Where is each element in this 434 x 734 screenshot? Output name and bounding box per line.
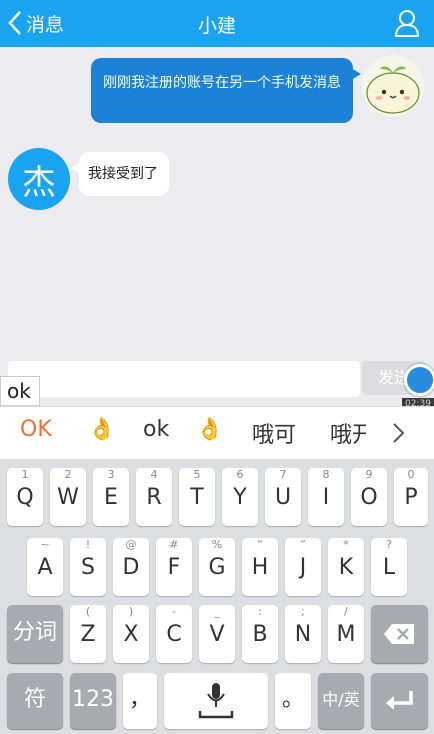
key-x[interactable]: ) X	[113, 605, 149, 663]
key-v[interactable]: _ V	[199, 605, 235, 663]
key-d[interactable]: @ D	[113, 538, 149, 596]
enter-icon	[386, 691, 413, 710]
message-bubble-sent[interactable]: 刚刚我注册的账号在另一个手机发消息	[91, 58, 361, 123]
key-m[interactable]: / M	[328, 605, 364, 663]
contact-avatar[interactable]: 杰	[8, 148, 70, 210]
key-b[interactable]: :B	[242, 605, 278, 663]
candidate-item[interactable]: 哦开	[330, 417, 366, 449]
key-i[interactable]: 8I	[308, 468, 344, 526]
key-l[interactable]: ? L	[371, 538, 407, 596]
key-backspace[interactable]	[371, 605, 428, 663]
key-s[interactable]: ! S	[70, 538, 106, 596]
expand-candidates-button[interactable]	[388, 421, 408, 449]
my-avatar[interactable]	[362, 55, 424, 117]
soft-keyboard: 1Q 2W 3E 4R 5T 6Y 7U 8I 9O 0P ~ A ! S @ D #…	[0, 459, 434, 734]
key-j[interactable]: ” J	[285, 538, 321, 596]
chevron-right-icon	[393, 423, 405, 443]
key-r[interactable]: 4R	[136, 468, 172, 526]
chat-header: 消息 小建	[0, 0, 434, 47]
key-space-voice[interactable]	[164, 673, 268, 729]
microphone-icon	[198, 683, 234, 719]
key-e[interactable]: 3E	[93, 468, 129, 526]
key-h[interactable]: “H	[242, 538, 278, 596]
key-q[interactable]: 1Q	[7, 468, 43, 526]
candidate-item[interactable]: 👌	[196, 417, 223, 442]
key-k[interactable]: * K	[328, 538, 364, 596]
key-p[interactable]: 0P	[394, 468, 428, 526]
key-z[interactable]: (Z	[70, 605, 106, 663]
candidate-item[interactable]: ok	[143, 417, 169, 442]
key-t[interactable]: 5T	[179, 468, 215, 526]
key-language-switch[interactable]: 中/英	[318, 673, 364, 729]
sticker-avatar-icon	[366, 66, 420, 114]
input-row: 发送	[0, 360, 434, 402]
key-segment[interactable]: 分词	[7, 605, 63, 663]
key-w[interactable]: 2W	[50, 468, 86, 526]
key-c[interactable]: -C	[156, 605, 192, 663]
key-enter[interactable]	[371, 673, 428, 729]
candidate-bar: OK 👌 ok 👌 哦可 哦开	[0, 406, 434, 460]
key-symbol[interactable]: 符	[7, 673, 63, 729]
person-icon	[394, 10, 420, 37]
message-input[interactable]	[8, 361, 360, 397]
floating-assist-button[interactable]	[404, 364, 434, 396]
key-y[interactable]: 6Y	[222, 468, 258, 526]
key-g[interactable]: % G	[199, 538, 235, 596]
candidate-item[interactable]: 👌	[88, 417, 115, 442]
key-a[interactable]: ~ A	[27, 538, 63, 596]
key-u[interactable]: 7U	[265, 468, 301, 526]
backspace-icon	[384, 624, 414, 644]
key-o[interactable]: 9O	[351, 468, 387, 526]
profile-button[interactable]	[394, 9, 420, 41]
typed-preview: ok	[0, 376, 40, 406]
key-n[interactable]: ; N	[285, 605, 321, 663]
key-f[interactable]: # F	[156, 538, 192, 596]
candidate-item[interactable]: OK	[20, 417, 52, 442]
key-numbers[interactable]: 123	[70, 673, 116, 729]
key-comma[interactable]: ，	[123, 673, 157, 729]
key-period[interactable]: 。	[275, 673, 311, 729]
candidate-item[interactable]: 哦可	[252, 417, 296, 449]
chat-title: 小建	[197, 15, 236, 37]
message-bubble-received[interactable]: 我接受到了	[71, 152, 169, 196]
